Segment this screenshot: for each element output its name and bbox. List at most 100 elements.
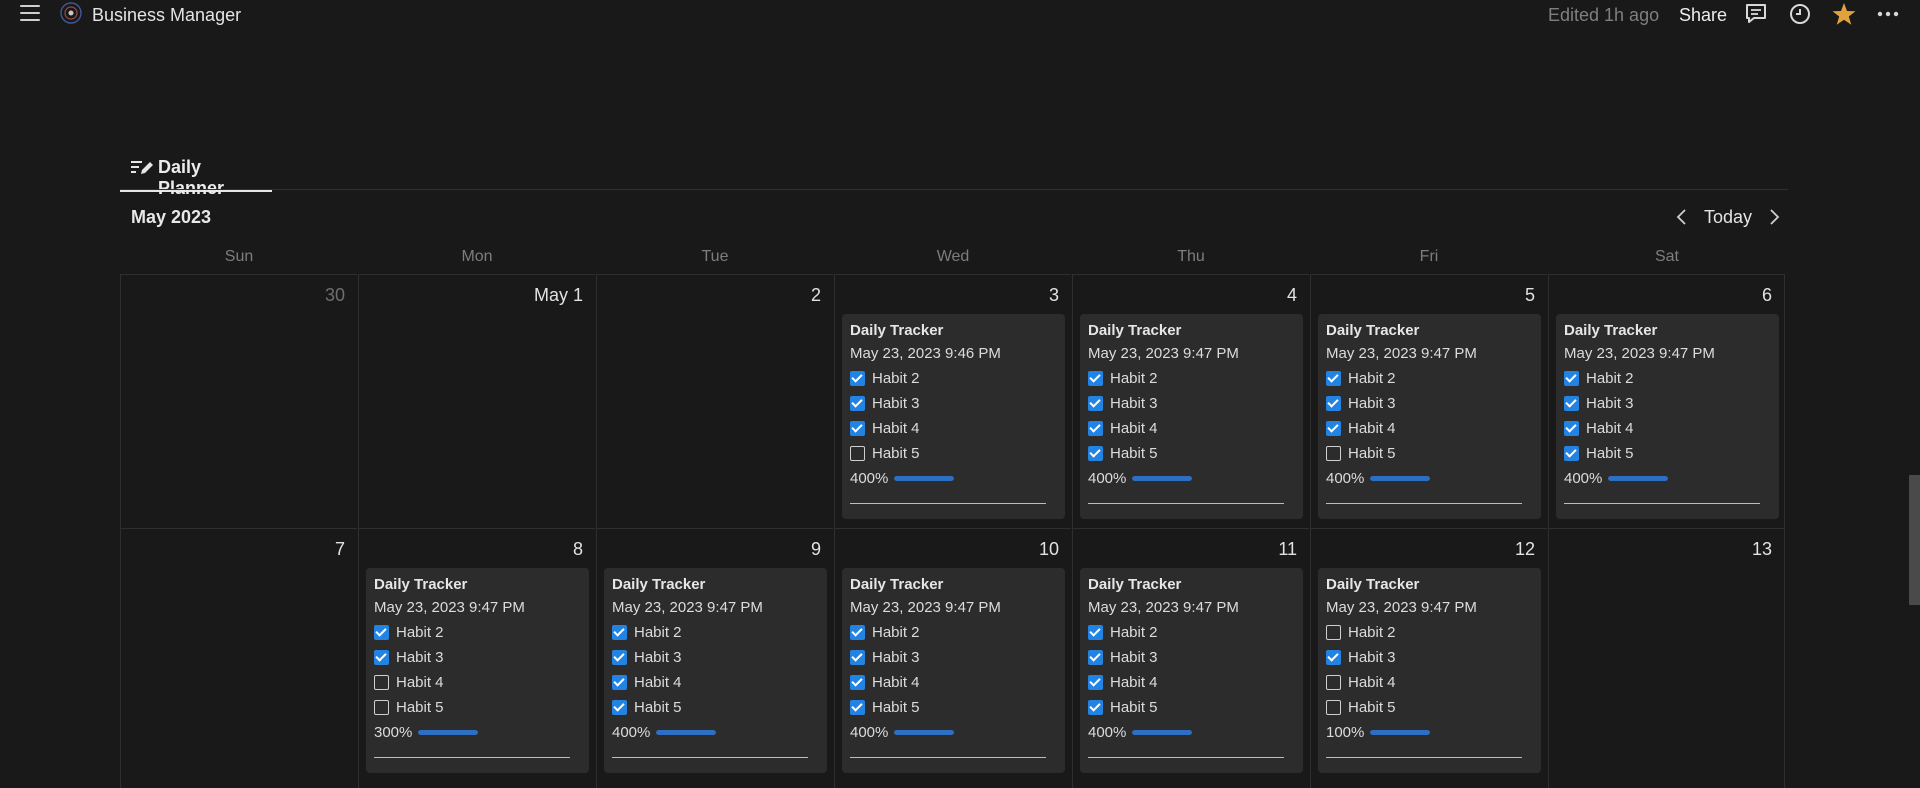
habit-label: Habit 2 (872, 624, 920, 641)
checkbox-checked[interactable] (1088, 650, 1103, 665)
daily-tracker-card[interactable]: Daily Tracker May 23, 2023 9:47 PM Habit 2… (1080, 568, 1303, 773)
daily-tracker-card[interactable]: Daily Tracker May 23, 2023 9:47 PM Habit 2… (604, 568, 827, 773)
habit-item: Habit 3 (1088, 391, 1295, 416)
checkbox-checked[interactable] (1088, 421, 1103, 436)
checkbox-unchecked[interactable] (1326, 446, 1341, 461)
checkbox-checked[interactable] (1326, 396, 1341, 411)
checkbox-unchecked[interactable] (1326, 700, 1341, 715)
checkbox-checked[interactable] (1564, 446, 1579, 461)
more-icon[interactable] (1875, 1, 1901, 27)
checkbox-checked[interactable] (374, 625, 389, 640)
daily-tracker-card[interactable]: Daily Tracker May 23, 2023 9:47 PM Habit 2… (1318, 568, 1541, 773)
checkbox-checked[interactable] (612, 625, 627, 640)
day-cell[interactable]: 5 Daily Tracker May 23, 2023 9:47 PM Habit … (1310, 274, 1547, 528)
checkbox-unchecked[interactable] (374, 675, 389, 690)
day-cell[interactable]: 4 Daily Tracker May 23, 2023 9:47 PM Habit … (1072, 274, 1309, 528)
checkbox-checked[interactable] (850, 675, 865, 690)
workspace-title[interactable]: Business Manager (92, 5, 241, 26)
menu-icon[interactable] (18, 3, 42, 23)
checkbox-checked[interactable] (1326, 421, 1341, 436)
checkbox-checked[interactable] (850, 650, 865, 665)
checkbox-checked[interactable] (1564, 421, 1579, 436)
progress-value: 400% (850, 470, 889, 487)
day-cell[interactable]: May 1 (358, 274, 595, 528)
habit-label: Habit 5 (1586, 445, 1634, 462)
day-cell[interactable]: 10 Daily Tracker May 23, 2023 9:47 PM Habit… (834, 528, 1071, 788)
checkbox-checked[interactable] (612, 675, 627, 690)
daily-tracker-card[interactable]: Daily Tracker May 23, 2023 9:47 PM Habit 2… (1556, 314, 1779, 519)
day-cell[interactable]: 11 Daily Tracker May 23, 2023 9:47 PM Habit… (1072, 528, 1309, 788)
day-cell[interactable]: 2 (596, 274, 833, 528)
day-cell[interactable]: 7 (120, 528, 357, 788)
chevron-left-icon[interactable] (1672, 206, 1692, 228)
day-number: 3 (1048, 285, 1059, 305)
habit-label: Habit 2 (396, 624, 444, 641)
daily-tracker-card[interactable]: Daily Tracker May 23, 2023 9:47 PM Habit 2… (1080, 314, 1303, 519)
day-cell[interactable]: 30 (120, 274, 357, 528)
checkbox-checked[interactable] (1088, 396, 1103, 411)
checkbox-checked[interactable] (1088, 371, 1103, 386)
habit-label: Habit 3 (1586, 395, 1634, 412)
comments-icon[interactable] (1743, 1, 1769, 27)
habit-label: Habit 4 (634, 674, 682, 691)
scrollbar-thumb[interactable] (1909, 475, 1920, 605)
share-button[interactable]: Share (1679, 5, 1727, 26)
tab-daily-planner[interactable]: Daily Planner (120, 154, 272, 198)
chevron-right-icon[interactable] (1764, 206, 1784, 228)
progress-bar-fill (1132, 730, 1193, 735)
star-icon[interactable] (1831, 1, 1857, 27)
checkbox-checked[interactable] (1326, 371, 1341, 386)
checkbox-checked[interactable] (1088, 675, 1103, 690)
checkbox-checked[interactable] (850, 421, 865, 436)
checkbox-checked[interactable] (850, 371, 865, 386)
checkbox-unchecked[interactable] (1326, 675, 1341, 690)
daily-tracker-card[interactable]: Daily Tracker May 23, 2023 9:46 PM Habit 2… (842, 314, 1065, 519)
day-cell[interactable]: 9 Daily Tracker May 23, 2023 9:47 PM Habit … (596, 528, 833, 788)
habit-label: Habit 4 (1348, 674, 1396, 691)
clock-icon[interactable] (1787, 1, 1813, 27)
progress-row: 400% (1088, 720, 1295, 745)
checkbox-unchecked[interactable] (374, 700, 389, 715)
checkbox-checked[interactable] (850, 396, 865, 411)
checkbox-unchecked[interactable] (850, 446, 865, 461)
progress-value: 400% (612, 724, 651, 741)
checkbox-checked[interactable] (850, 625, 865, 640)
habit-item: Habit 4 (850, 670, 1057, 695)
card-divider (850, 503, 1046, 504)
checkbox-checked[interactable] (374, 650, 389, 665)
card-timestamp: May 23, 2023 9:47 PM (1088, 599, 1239, 616)
checkbox-checked[interactable] (1088, 700, 1103, 715)
day-cell[interactable]: 12 Daily Tracker May 23, 2023 9:47 PM Habit… (1310, 528, 1547, 788)
habit-item: Habit 2 (1326, 620, 1533, 645)
checkbox-checked[interactable] (612, 650, 627, 665)
workspace-logo-icon[interactable] (59, 1, 83, 25)
habit-item: Habit 5 (374, 695, 581, 720)
checkbox-checked[interactable] (1088, 625, 1103, 640)
day-cell[interactable]: 6 Daily Tracker May 23, 2023 9:47 PM Habit … (1548, 274, 1785, 528)
habit-label: Habit 4 (1348, 420, 1396, 437)
card-timestamp: May 23, 2023 9:47 PM (850, 599, 1001, 616)
card-timestamp: May 23, 2023 9:47 PM (1564, 345, 1715, 362)
checkbox-checked[interactable] (1088, 446, 1103, 461)
card-title: Daily Tracker (850, 322, 944, 339)
today-button[interactable]: Today (1704, 207, 1752, 228)
checkbox-checked[interactable] (1326, 650, 1341, 665)
weekday-label: Mon (461, 248, 493, 265)
progress-bar-fill (894, 476, 955, 481)
daily-tracker-card[interactable]: Daily Tracker May 23, 2023 9:47 PM Habit 2… (1318, 314, 1541, 519)
daily-tracker-card[interactable]: Daily Tracker May 23, 2023 9:47 PM Habit 2… (842, 568, 1065, 773)
checkbox-checked[interactable] (850, 700, 865, 715)
habit-label: Habit 4 (872, 674, 920, 691)
checkbox-unchecked[interactable] (1326, 625, 1341, 640)
month-title: May 2023 (131, 207, 212, 227)
day-cell[interactable]: 13 (1548, 528, 1785, 788)
day-cell[interactable]: 3 Daily Tracker May 23, 2023 9:46 PM Habit … (834, 274, 1071, 528)
day-cell[interactable]: 8 Daily Tracker May 23, 2023 9:47 PM Habit … (358, 528, 595, 788)
habit-item: Habit 5 (1326, 695, 1533, 720)
checkbox-checked[interactable] (612, 700, 627, 715)
daily-tracker-card[interactable]: Daily Tracker May 23, 2023 9:47 PM Habit 2… (366, 568, 589, 773)
checkbox-checked[interactable] (1564, 371, 1579, 386)
habit-item: Habit 3 (850, 391, 1057, 416)
card-divider (1326, 503, 1522, 504)
checkbox-checked[interactable] (1564, 396, 1579, 411)
